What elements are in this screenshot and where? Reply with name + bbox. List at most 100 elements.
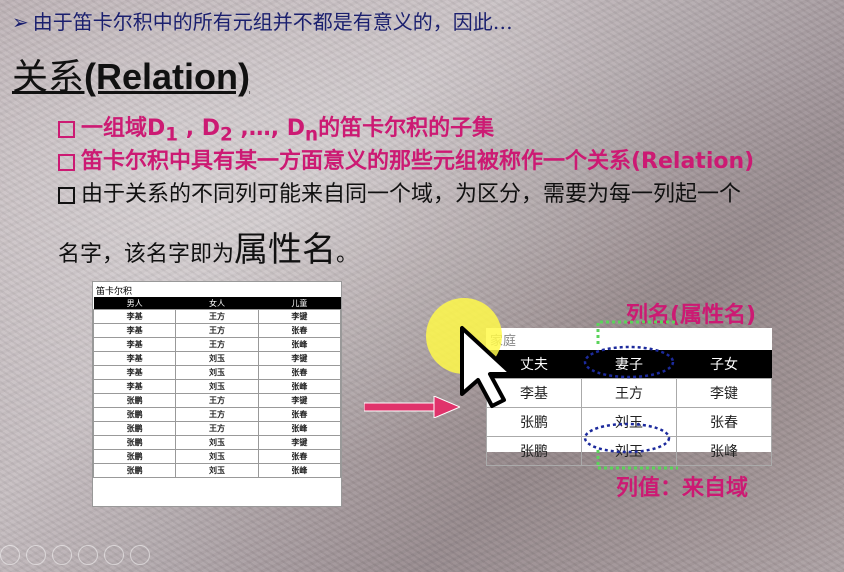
column-name-label: 列名(属性名) xyxy=(626,303,757,328)
slide-nav-controls xyxy=(0,545,150,565)
right-arrow-icon xyxy=(364,396,460,418)
table-cell: 李键 xyxy=(676,378,772,408)
checkbox-bullet-icon xyxy=(58,186,75,204)
cart-header-cell: 女人 xyxy=(175,297,259,310)
cartesian-grid: 男人 女人 儿童 李基 王方 李键 李基 王方 张春 李基 王方 张峰 李基 刘玉 李键 李基 刘玉 张春 李基刘… xyxy=(92,297,342,478)
table-cell: 王方 xyxy=(175,393,259,408)
cartesian-caption: 笛卡尔积 xyxy=(96,287,133,297)
table-cell: 王方 xyxy=(175,309,259,324)
table-cell: 刘玉 xyxy=(175,435,259,450)
table-cell: 王方 xyxy=(581,378,677,408)
table-cell: 李基 xyxy=(92,379,177,394)
table-cell: 张春 xyxy=(676,407,772,437)
b3-line1: 由于关系的不同列可能来自同一个域，为区分，需要为每一列起一个 xyxy=(81,182,742,207)
table-cell: 张春 xyxy=(257,407,342,422)
bullet-relation-def: 笛卡尔积中具有某一方面意义的那些元组被称作一个关系(Relation) xyxy=(58,143,754,175)
prev-icon[interactable] xyxy=(0,545,20,565)
table-cell: 王方 xyxy=(175,407,259,422)
table-cell: 李键 xyxy=(257,351,342,366)
table-row: 张鹏 刘玉 张春 xyxy=(486,407,772,437)
bullet-attribute-line2: 名字，该名字即为属性名。 xyxy=(58,222,358,271)
pen-icon[interactable] xyxy=(52,545,72,565)
table-cell: 刘玉 xyxy=(175,379,259,394)
table-cell: 张鹏 xyxy=(92,435,177,450)
table-cell: 刘玉 xyxy=(175,351,259,366)
table-cell: 李基 xyxy=(92,365,177,380)
table-cell: 张春 xyxy=(257,323,342,338)
intro-line: ➢ 由于笛卡尔积中的所有元组并不都是有意义的，因此… xyxy=(12,6,513,35)
table-row: 李基 刘玉 李键 xyxy=(92,351,342,366)
table-cell: 刘玉 xyxy=(175,365,259,380)
table-row: 李基 刘玉 张峰 xyxy=(92,379,342,394)
b1-mid2: ,…, D xyxy=(232,116,306,141)
b1-prefix: 一组域D xyxy=(81,116,166,141)
column-value-label: 列值：来自域 xyxy=(616,476,749,501)
table-row: 张鹏 王方 张峰 xyxy=(92,421,342,436)
checkbox-bullet-icon xyxy=(58,120,75,138)
table-row: 张鹏 刘玉 张春 xyxy=(92,449,342,464)
table-row: 李基 刘玉 张春 xyxy=(92,365,342,380)
table-cell: 李基 xyxy=(92,323,177,338)
table-cell: 李基 xyxy=(92,309,177,324)
table-row: 李基 王方 张峰 xyxy=(92,337,342,352)
table-cell: 张鹏 xyxy=(92,393,177,408)
table-cell: 张峰 xyxy=(257,337,342,352)
b1-suffix: 的笛卡尔积的子集 xyxy=(318,116,495,141)
table-row: 李基 王方 张春 xyxy=(92,323,342,338)
table-cell: 张鹏 xyxy=(92,463,177,478)
table-cell: 张峰 xyxy=(257,379,342,394)
table-cell: 刘玉 xyxy=(581,407,677,437)
table-cell: 张峰 xyxy=(676,436,772,466)
relation-table: 家庭 丈夫 妻子 子女 李基 王方 李键 张鹏 刘玉 张春 张鹏 刘玉 张峰 xyxy=(486,328,772,466)
table-cell: 刘玉 xyxy=(581,436,677,466)
relation-caption: 家庭 xyxy=(490,334,517,349)
cartesian-product-table: 笛卡尔积 男人 女人 儿童 李基 王方 李键 李基 王方 张春 李基 王方 张峰 李基 刘玉 李键 李基 刘玉… xyxy=(92,281,342,507)
table-cell: 王方 xyxy=(175,337,259,352)
table-row: 李基 王方 李键 xyxy=(486,378,772,408)
b3-line2-a: 名字，该名字即为 xyxy=(58,242,235,267)
checkbox-bullet-icon xyxy=(58,153,75,171)
table-cell: 王方 xyxy=(175,421,259,436)
table-cell: 张春 xyxy=(257,365,342,380)
table-row: 张鹏 刘玉 张峰 xyxy=(92,463,342,478)
table-cell: 王方 xyxy=(175,323,259,338)
table-cell: 张峰 xyxy=(257,421,342,436)
b3-line2-big: 属性名 xyxy=(234,230,337,270)
table-cell: 张峰 xyxy=(257,463,342,478)
table-cell: 张鹏 xyxy=(486,407,582,437)
title-zh: 关系 xyxy=(12,57,85,98)
table-row: 张鹏 刘玉 李键 xyxy=(92,435,342,450)
intro-text: 由于笛卡尔积中的所有元组并不都是有意义的，因此… xyxy=(32,10,513,34)
b3-line2-end: 。 xyxy=(336,242,359,267)
table-cell: 张春 xyxy=(257,449,342,464)
table-cell: 张鹏 xyxy=(92,449,177,464)
table-row: 张鹏 王方 李键 xyxy=(92,393,342,408)
table-row: 张鹏 刘玉 张峰 xyxy=(486,436,772,466)
table-row: 李基 王方 李键 xyxy=(92,309,342,324)
zoom-icon[interactable] xyxy=(104,545,124,565)
table-cell: 张鹏 xyxy=(486,436,582,466)
bullet-attribute: 由于关系的不同列可能来自同一个域，为区分，需要为每一列起一个 xyxy=(58,176,741,208)
table-cell: 刘玉 xyxy=(175,463,259,478)
b2-text: 笛卡尔积中具有某一方面意义的那些元组被称作一个关系(Relation) xyxy=(81,149,755,174)
table-cell: 李键 xyxy=(257,393,342,408)
rel-header-cell: 子女 xyxy=(676,350,772,379)
table-cell: 李基 xyxy=(92,337,177,352)
arrow-bullet-icon: ➢ xyxy=(12,10,29,34)
table-row: 张鹏 王方 张春 xyxy=(92,407,342,422)
table-cell: 李基 xyxy=(486,378,582,408)
back-icon[interactable] xyxy=(26,545,46,565)
table-cell: 李基 xyxy=(92,351,177,366)
rel-header-cell: 妻子 xyxy=(581,350,677,379)
title-en: (Relation) xyxy=(84,56,251,97)
page-title: 关系(Relation) xyxy=(12,48,250,100)
next-icon[interactable] xyxy=(130,545,150,565)
cart-header-cell: 儿童 xyxy=(258,297,341,310)
menu-icon[interactable] xyxy=(78,545,98,565)
table-cell: 李键 xyxy=(257,309,342,324)
rel-header-cell: 丈夫 xyxy=(486,350,582,379)
table-cell: 李键 xyxy=(257,435,342,450)
table-cell: 张鹏 xyxy=(92,407,177,422)
bullet-subset: 一组域D1 , D2 ,…, Dn的笛卡尔积的子集 xyxy=(58,110,494,145)
relation-grid: 丈夫 妻子 子女 李基 王方 李键 张鹏 刘玉 张春 张鹏 刘玉 张峰 xyxy=(486,350,772,466)
